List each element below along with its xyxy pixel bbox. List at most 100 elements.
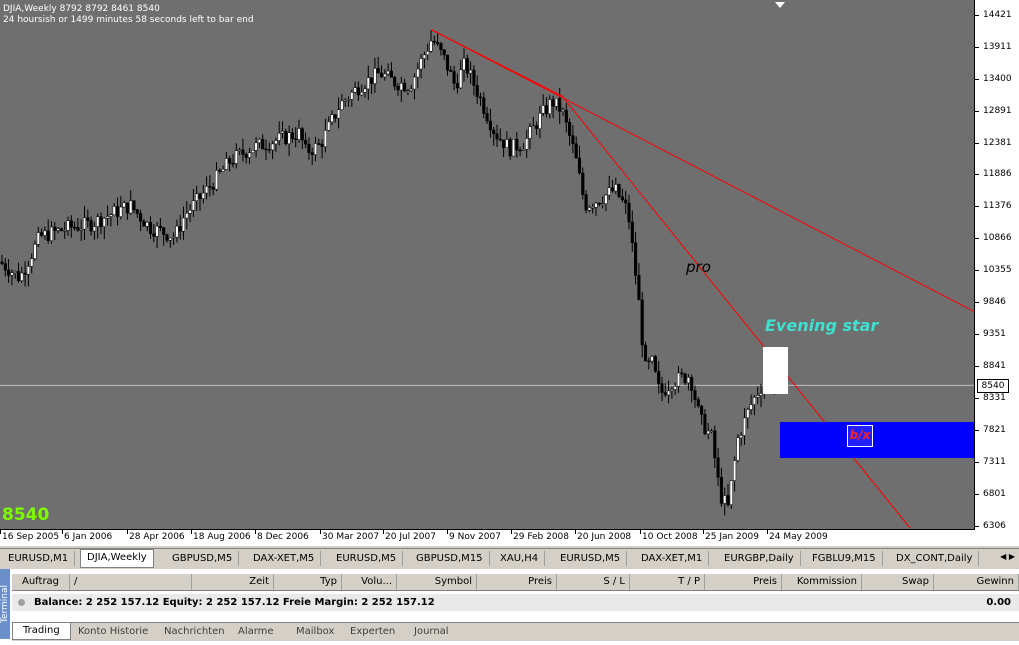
terminal-tab[interactable]: Experten xyxy=(350,624,395,640)
candle-body xyxy=(26,266,30,275)
candle xyxy=(538,105,542,139)
shift-marker-icon[interactable] xyxy=(775,2,785,8)
candle-body xyxy=(564,109,568,123)
candle xyxy=(584,190,588,214)
annotation-evening-star[interactable]: Evening star xyxy=(765,316,878,335)
chart-tab[interactable]: XAU,H4 xyxy=(494,551,546,566)
chart-tab[interactable]: EURUSD,M5 xyxy=(330,551,404,566)
candle xyxy=(640,291,644,358)
candle xyxy=(403,78,407,92)
time-axis[interactable]: 16 Sep 2005 6 Jan 2006 28 Apr 2006 18 Aug 2… xyxy=(0,530,975,546)
terminal-tab[interactable]: Journal xyxy=(414,624,449,640)
candle-body xyxy=(214,170,219,190)
terminal-column-header-cell[interactable]: Typ xyxy=(274,574,342,590)
candle xyxy=(393,75,397,91)
terminal-column-header-cell[interactable]: Zeit xyxy=(192,574,274,590)
candle xyxy=(162,226,166,246)
terminal-column-header-cell[interactable]: Symbol xyxy=(397,574,477,590)
terminal-column-header-cell[interactable]: Preis xyxy=(477,574,557,590)
candle xyxy=(20,266,24,283)
chart-tab[interactable]: EURUSD,M5 xyxy=(554,551,628,566)
terminal-column-header-cell[interactable]: S / L xyxy=(557,574,630,590)
chart-tab[interactable]: DAX-XET,M5 xyxy=(247,551,322,566)
chart-tab[interactable]: DJIA,Weekly xyxy=(80,549,154,568)
price-tick-label: 9846 xyxy=(983,297,1006,307)
candle xyxy=(109,213,113,227)
candle-body xyxy=(594,202,598,208)
chart-plot-area[interactable]: DJIA,Weekly 8792 8792 8461 8540 24 hours… xyxy=(0,0,975,530)
terminal-column-header-cell[interactable]: / xyxy=(70,574,192,590)
chart-tab[interactable]: EURGBP,Daily xyxy=(718,551,801,566)
terminal-tab[interactable]: Konto Historie xyxy=(78,624,148,640)
candle xyxy=(33,240,37,261)
chart-tab[interactable]: GBPUSD,M15 xyxy=(410,551,490,566)
candle-body xyxy=(63,230,67,232)
chart-tab[interactable]: GBPUSD,M5 xyxy=(166,551,240,566)
price-tick-mark xyxy=(975,206,979,207)
candle-body xyxy=(267,149,271,151)
time-tick-label: 16 Sep 2005 xyxy=(2,532,60,542)
candle-body xyxy=(508,139,512,157)
highlight-rectangle[interactable] xyxy=(763,347,788,394)
candle xyxy=(581,167,585,200)
target-zone-rectangle[interactable] xyxy=(780,422,974,458)
time-tick-mark xyxy=(0,530,1,534)
candle xyxy=(429,30,433,53)
terminal-tab[interactable]: Alarme xyxy=(238,624,274,640)
candle xyxy=(142,219,146,227)
candle xyxy=(399,76,403,102)
price-tick-mark xyxy=(975,79,979,80)
candle-body xyxy=(422,54,426,59)
time-tick-label: 6 Jan 2006 xyxy=(64,532,113,542)
candle xyxy=(594,201,598,216)
price-axis[interactable]: 14421 13911 13400 12891 12381 11886 11376 10866… xyxy=(975,0,1019,531)
candle-body xyxy=(86,217,90,221)
chart-window[interactable]: DJIA,Weekly 8792 8792 8461 8540 24 hours… xyxy=(0,0,1019,546)
candle-body xyxy=(224,158,228,170)
terminal-tab[interactable]: Trading xyxy=(12,623,71,640)
candle xyxy=(577,145,582,175)
candle-body xyxy=(531,125,535,128)
price-tick-label: 6306 xyxy=(983,521,1006,531)
trendline[interactable] xyxy=(431,29,563,97)
candle xyxy=(726,483,730,508)
terminal-column-header-cell[interactable]: T / P xyxy=(630,574,705,590)
candle-body xyxy=(195,193,199,201)
terminal-column-header-cell[interactable]: Auftrag xyxy=(12,574,70,590)
candle xyxy=(343,98,347,107)
candle xyxy=(294,127,298,148)
candle-body xyxy=(749,404,753,410)
terminal-column-header-cell[interactable]: Swap xyxy=(862,574,934,590)
balance-row[interactable]: Balance: 2 252 157.12 Equity: 2 252 157.… xyxy=(12,594,1019,611)
terminal-column-header-cell[interactable]: Gewinn xyxy=(934,574,1019,590)
candle-body xyxy=(637,275,641,301)
candle-body xyxy=(40,232,44,236)
candle-body xyxy=(356,87,360,96)
terminal-column-header-cell[interactable]: Preis xyxy=(705,574,782,590)
chart-tab[interactable]: DAX-XET,M1 xyxy=(635,551,710,566)
annotation-pro[interactable]: pro xyxy=(686,258,711,276)
chart-tab[interactable]: EURUSD,M1 xyxy=(2,551,76,566)
chart-tab[interactable]: FGBLU9,M15 xyxy=(806,551,883,566)
candle xyxy=(188,203,192,223)
terminal-column-header-cell[interactable]: Volu... xyxy=(342,574,397,590)
candle xyxy=(320,139,324,159)
candle-body xyxy=(168,237,172,241)
tab-scroll-arrows-icon[interactable]: ◀ ▶ xyxy=(1000,552,1015,561)
candle-body xyxy=(696,399,700,407)
candle-body xyxy=(518,149,522,152)
candle xyxy=(475,75,479,105)
terminal-column-header-cell[interactable]: Kommission xyxy=(782,574,862,590)
candle xyxy=(46,219,50,244)
bx-marker-icon[interactable]: b/x xyxy=(847,425,873,447)
chart-tab[interactable]: DX_CONT,Daily xyxy=(890,551,980,566)
candle-body xyxy=(663,392,667,396)
candle-body xyxy=(155,225,159,237)
candle xyxy=(554,98,558,111)
terminal-tab[interactable]: Mailbox xyxy=(296,624,334,640)
terminal-tab[interactable]: Nachrichten xyxy=(164,624,225,640)
candle-body xyxy=(412,76,417,90)
candle-body xyxy=(254,142,258,151)
candle xyxy=(660,376,664,402)
price-tick-mark xyxy=(975,143,979,144)
